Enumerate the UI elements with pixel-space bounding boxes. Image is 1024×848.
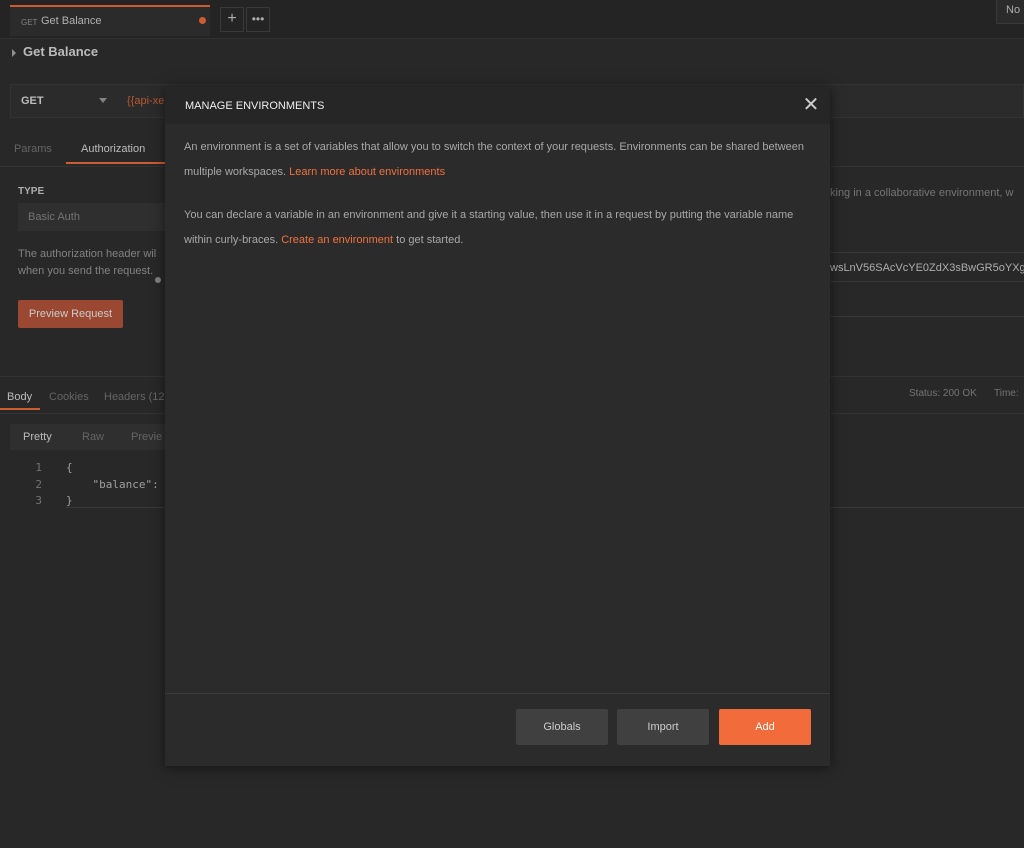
manage-environments-modal: MANAGE ENVIRONMENTS ✕ An environment is … [165, 86, 830, 766]
modal-footer-divider [165, 693, 830, 694]
modal-title: MANAGE ENVIRONMENTS [185, 100, 325, 112]
create-environment-link[interactable]: Create an environment [281, 234, 393, 246]
learn-more-link[interactable]: Learn more about environments [289, 166, 445, 178]
modal-header: MANAGE ENVIRONMENTS ✕ [165, 86, 830, 124]
globals-button[interactable]: Globals [516, 709, 608, 745]
paragraph-text: An environment is a set of variables tha… [184, 141, 805, 178]
modal-paragraph-2: You can declare a variable in an environ… [184, 203, 809, 253]
paragraph-text: You can declare a variable in an environ… [184, 209, 794, 246]
import-button[interactable]: Import [617, 709, 709, 745]
close-icon[interactable]: ✕ [802, 95, 820, 115]
modal-paragraph-1: An environment is a set of variables tha… [184, 135, 809, 185]
paragraph-tail: to get started. [396, 234, 464, 246]
add-button[interactable]: Add [719, 709, 811, 745]
